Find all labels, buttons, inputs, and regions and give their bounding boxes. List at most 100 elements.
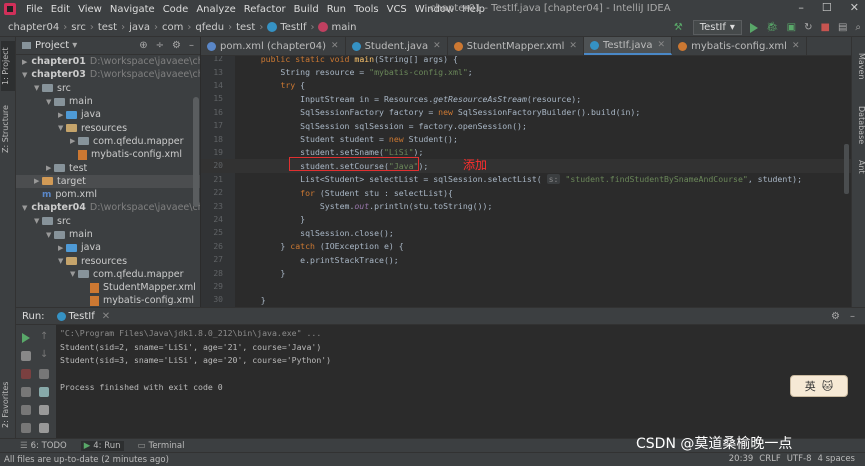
up-arrow-icon[interactable]: ↑ <box>40 331 50 342</box>
menu-code[interactable]: Code <box>159 4 193 15</box>
close-icon[interactable]: ✕ <box>850 1 859 14</box>
editor-tab[interactable]: mybatis-config.xml ✕ <box>672 37 807 55</box>
chevron-down-icon[interactable]: ▼ <box>34 84 42 92</box>
chevron-down-icon[interactable]: ▼ <box>22 204 27 212</box>
tree-item[interactable]: ▼ src <box>16 82 200 95</box>
close-icon[interactable]: ✕ <box>658 40 666 50</box>
breadcrumb-item[interactable]: chapter04 › <box>8 22 71 33</box>
editor-scrollbar[interactable] <box>844 144 849 194</box>
locate-icon[interactable]: ⊕ <box>139 40 147 51</box>
database-tool-tab[interactable]: Database <box>852 103 865 147</box>
breadcrumb-item[interactable]: qfedu › <box>195 22 236 33</box>
debug-icon[interactable]: 🐞︎ <box>766 22 779 33</box>
chevron-right-icon[interactable]: ▶ <box>58 111 66 119</box>
tree-item[interactable]: ▼ main <box>16 95 200 108</box>
code-editor[interactable]: 12 public static void main(String[] args… <box>201 56 851 307</box>
wrap-icon[interactable] <box>39 369 49 379</box>
scroll-end-icon[interactable] <box>39 387 49 397</box>
wrench-icon[interactable] <box>21 351 31 361</box>
menu-refactor[interactable]: Refactor <box>240 4 290 15</box>
close-icon[interactable]: ✕ <box>331 41 339 51</box>
tree-item[interactable]: ▼ resources <box>16 121 200 134</box>
indent-setting[interactable]: 4 spaces <box>818 454 855 464</box>
chevron-down-icon[interactable]: ▼ <box>70 270 78 278</box>
pin-icon[interactable] <box>21 423 31 433</box>
project-panel-title[interactable]: Project <box>35 40 69 51</box>
tree-item[interactable]: mybatis-config.xml <box>16 294 200 307</box>
print-icon[interactable] <box>39 405 49 415</box>
line-separator[interactable]: CRLF <box>759 454 780 464</box>
tree-item[interactable]: ▶ com.qfedu.mapper <box>16 135 200 148</box>
run-tab[interactable]: TestIf ✕ <box>56 311 110 322</box>
gear-icon[interactable]: ⚙ <box>172 40 181 51</box>
build-hammer-icon[interactable]: ⚒ <box>674 22 685 33</box>
editor-tab[interactable]: pom.xml (chapter04) ✕ <box>201 37 346 55</box>
chevron-down-icon[interactable]: ▼ <box>58 257 66 265</box>
breadcrumb-item[interactable]: main <box>318 22 356 33</box>
chevron-right-icon[interactable]: ▶ <box>58 244 66 252</box>
editor-tab[interactable]: Student.java ✕ <box>346 37 448 55</box>
close-icon[interactable]: ✕ <box>433 41 441 51</box>
tree-item[interactable]: m pom.xml <box>16 188 200 201</box>
breadcrumb-item[interactable]: test › <box>98 22 129 33</box>
coverage-icon[interactable]: ▣ <box>787 22 796 33</box>
favorites-tool-tab[interactable]: 2: Favorites <box>1 375 15 435</box>
close-icon[interactable]: ✕ <box>792 41 800 51</box>
gear-icon[interactable]: ⚙ <box>831 311 840 322</box>
chevron-down-icon[interactable]: ▼ <box>46 231 54 239</box>
minimize-icon[interactable]: – <box>798 1 804 14</box>
chevron-down-icon[interactable]: ▼ <box>46 98 54 106</box>
chevron-right-icon[interactable]: ▶ <box>46 164 54 172</box>
tool-window-button[interactable]: ▶ 4: Run <box>80 440 124 451</box>
chevron-right-icon[interactable]: ▶ <box>70 137 78 145</box>
menu-file[interactable]: File <box>22 4 47 15</box>
menu-tools[interactable]: Tools <box>350 4 383 15</box>
camera-icon[interactable] <box>21 387 31 397</box>
tree-item[interactable]: StudentMapper.xml <box>16 281 200 294</box>
caret-position[interactable]: 20:39 <box>729 454 754 464</box>
tree-item[interactable]: ▼ src <box>16 215 200 228</box>
collapse-icon[interactable]: ÷ <box>156 40 164 51</box>
tree-item[interactable]: ▶ test <box>16 161 200 174</box>
run-icon[interactable] <box>749 22 758 33</box>
ant-tool-tab[interactable]: Ant <box>852 157 865 177</box>
close-icon[interactable]: ✕ <box>102 311 110 322</box>
file-encoding[interactable]: UTF-8 <box>787 454 812 464</box>
project-structure-icon[interactable]: ▤ <box>838 22 847 33</box>
tree-item[interactable]: ▼ chapter03D:\workspace\javaee\chapter03 <box>16 68 200 81</box>
tree-item[interactable]: ▼ main <box>16 228 200 241</box>
breadcrumb-item[interactable]: test › <box>236 22 267 33</box>
menu-build[interactable]: Build <box>290 4 323 15</box>
tool-window-button[interactable]: ▭ Terminal <box>138 441 185 451</box>
profile-icon[interactable]: ↻ <box>804 22 812 33</box>
chevron-down-icon[interactable]: ▼ <box>58 124 66 132</box>
menu-edit[interactable]: Edit <box>47 4 74 15</box>
menu-view[interactable]: View <box>74 4 106 15</box>
chevron-right-icon[interactable]: ▶ <box>34 177 42 185</box>
tree-item[interactable]: ▶ java <box>16 108 200 121</box>
tree-item[interactable]: ▶ java <box>16 241 200 254</box>
maximize-icon[interactable]: ☐ <box>822 1 832 14</box>
breadcrumb-item[interactable]: TestIf › <box>267 22 318 33</box>
tree-item[interactable]: ▶ target <box>16 174 200 188</box>
chevron-down-icon[interactable]: ▼ <box>34 217 42 225</box>
project-tool-tab[interactable]: 1: Project <box>1 41 15 91</box>
editor-tab[interactable]: TestIf.java ✕ <box>583 37 673 55</box>
chevron-down-icon[interactable]: ▾ <box>72 40 77 51</box>
tree-item[interactable]: ▼ resources <box>16 254 200 267</box>
structure-tool-tab[interactable]: Z: Structure <box>1 101 15 157</box>
menu-run[interactable]: Run <box>323 4 350 15</box>
tool-window-button[interactable]: ☰ 6: TODO <box>20 441 67 451</box>
stop-icon[interactable] <box>21 369 31 379</box>
hide-icon[interactable]: – <box>189 40 194 51</box>
menu-vcs[interactable]: VCS <box>383 4 411 15</box>
project-scrollbar[interactable] <box>193 97 199 207</box>
close-icon[interactable]: ✕ <box>569 41 577 51</box>
tree-item[interactable]: ▼ com.qfedu.mapper <box>16 268 200 281</box>
breadcrumb-item[interactable]: com › <box>162 22 195 33</box>
run-config-select[interactable]: TestIf ▾ <box>692 20 742 35</box>
trash-icon[interactable] <box>39 423 49 433</box>
down-arrow-icon[interactable]: ↓ <box>40 349 50 360</box>
hide-icon[interactable]: – <box>850 311 855 322</box>
ime-indicator[interactable]: 英 🐱︎ <box>790 375 848 397</box>
